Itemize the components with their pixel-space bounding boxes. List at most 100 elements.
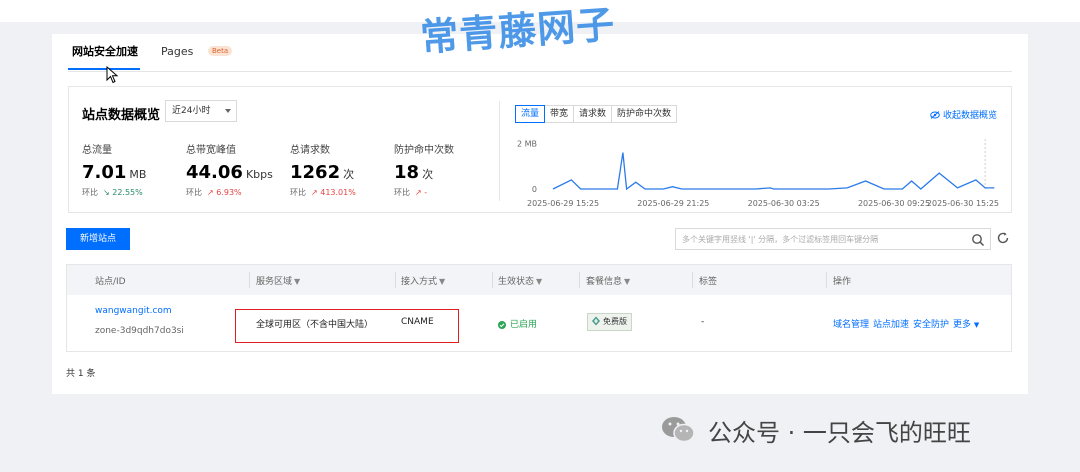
chevron-down-icon: ▼ — [973, 321, 980, 329]
y-tick-label: 0 — [532, 185, 537, 194]
more-label: 更多 — [953, 320, 972, 330]
data-overview-panel: 站点数据概览 近24小时 总流量 7.01 MB 环比 ↘ 22.55% 总带宽峰值… — [68, 86, 1012, 213]
package-icon — [592, 316, 600, 326]
x-tick-label: 2025-06-30 09:25 — [858, 199, 930, 208]
header-region-label: 服务区域 — [256, 277, 293, 287]
sites-table: 站点/ID 服务区域 ▼ 接入方式 ▼ 生效状态 ▼ 套餐信息 ▼ 标签 操作 wang… — [66, 264, 1012, 352]
header-access[interactable]: 接入方式 ▼ — [401, 274, 445, 287]
column-divider — [692, 272, 693, 288]
column-divider — [249, 272, 250, 288]
metric-protection-hits: 防护命中次数 18 次 环比 ↗ - — [394, 141, 494, 198]
x-tick-label: 2025-06-30 03:25 — [748, 199, 820, 208]
package-label: 免费版 — [603, 317, 627, 326]
compare-value: ↘ 22.55% — [103, 188, 143, 197]
eye-off-icon — [930, 111, 940, 119]
search-input[interactable]: 多个关键字用竖线 '|' 分隔，多个过滤标签用回车键分隔 — [675, 228, 991, 250]
tab-site-acceleration[interactable]: 网站安全加速 — [72, 42, 138, 70]
column-divider — [579, 272, 580, 288]
metric-label: 总带宽峰值 — [186, 145, 236, 156]
zone-id: zone-3d9qdh7do3si — [95, 326, 184, 336]
x-tick-label: 2025-06-30 15:25 — [927, 199, 999, 208]
column-divider — [826, 272, 827, 288]
highlight-annotation-box — [235, 309, 459, 343]
domain-management-link[interactable]: 域名管理 — [833, 317, 869, 330]
compare-value: ↗ 6.93% — [207, 188, 242, 197]
check-circle-icon — [498, 320, 506, 329]
metric-value: 44.06 — [186, 162, 243, 183]
metric-unit: 次 — [422, 168, 434, 181]
table-header: 站点/ID 服务区域 ▼ 接入方式 ▼ 生效状态 ▼ 套餐信息 ▼ 标签 操作 — [67, 265, 1011, 295]
metric-total-traffic: 总流量 7.01 MB 环比 ↘ 22.55% — [82, 141, 182, 198]
metric-unit: MB — [129, 168, 147, 181]
filter-icon[interactable]: ▼ — [624, 277, 630, 286]
wechat-icon — [662, 417, 695, 443]
metric-value: 7.01 — [82, 162, 127, 183]
segment-requests[interactable]: 请求数 — [573, 105, 613, 123]
active-tab-indicator — [68, 68, 140, 70]
header-region[interactable]: 服务区域 ▼ — [256, 274, 300, 287]
compare-label: 环比 — [290, 188, 306, 197]
period-select-value: 近24小时 — [172, 106, 211, 116]
segment-traffic[interactable]: 流量 — [515, 105, 546, 123]
x-tick-label: 2025-06-29 21:25 — [637, 199, 709, 208]
metric-total-requests: 总请求数 1262 次 环比 ↗ 413.01% — [290, 141, 390, 198]
overview-title: 站点数据概览 — [82, 108, 161, 123]
column-divider — [395, 272, 396, 288]
collapse-label: 收起数据概览 — [942, 111, 997, 121]
y-tick-label: 2 MB — [517, 140, 537, 149]
header-package-label: 套餐信息 — [586, 277, 623, 287]
filter-icon[interactable]: ▼ — [294, 277, 300, 286]
search-placeholder: 多个关键字用竖线 '|' 分隔，多个过滤标签用回车键分隔 — [682, 235, 879, 244]
metric-value: 1262 — [290, 162, 341, 183]
compare-value: ↗ - — [415, 188, 428, 197]
compare-value: ↗ 413.01% — [311, 188, 356, 197]
more-actions-dropdown[interactable]: 更多 ▼ — [953, 317, 979, 330]
metric-unit: 次 — [343, 168, 355, 181]
header-access-label: 接入方式 — [401, 277, 438, 287]
traffic-series-line — [552, 152, 995, 191]
security-protection-link[interactable]: 安全防护 — [913, 317, 949, 330]
header-package[interactable]: 套餐信息 ▼ — [586, 274, 630, 287]
status-label: 已启用 — [510, 320, 538, 330]
metric-label: 防护命中次数 — [394, 145, 454, 156]
x-tick-label: 2025-06-29 15:25 — [527, 199, 599, 208]
search-icon[interactable] — [971, 233, 985, 247]
site-domain-link[interactable]: wangwangit.com — [95, 306, 172, 316]
wechat-watermark: 公众号 · 一只会飞的旺旺 — [660, 412, 971, 448]
chart-metric-switch: 流量 带宽 请求数 防护命中次数 — [515, 105, 678, 123]
header-status-label: 生效状态 — [498, 277, 535, 287]
package-badge[interactable]: 免费版 — [587, 313, 632, 331]
mouse-cursor-icon — [106, 66, 119, 84]
header-actions: 操作 — [833, 277, 852, 287]
metric-value: 18 — [394, 162, 420, 183]
refresh-icon[interactable] — [996, 231, 1010, 245]
header-tags: 标签 — [699, 277, 718, 287]
chevron-down-icon — [225, 109, 231, 113]
tabs-divider — [68, 71, 1012, 72]
beta-badge: Beta — [208, 46, 233, 56]
total-count: 共 1 条 — [66, 369, 96, 379]
header-status[interactable]: 生效状态 ▼ — [498, 274, 542, 287]
period-select[interactable]: 近24小时 — [165, 100, 237, 122]
column-divider — [492, 272, 493, 288]
filter-icon[interactable]: ▼ — [439, 277, 445, 286]
metric-unit: Kbps — [245, 168, 273, 181]
compare-label: 环比 — [82, 188, 98, 197]
segment-bandwidth[interactable]: 带宽 — [544, 105, 575, 123]
compare-label: 环比 — [186, 188, 202, 197]
metric-label: 总流量 — [82, 145, 112, 156]
header-site-id: 站点/ID — [95, 277, 126, 287]
add-site-button[interactable]: 新增站点 — [66, 228, 130, 250]
segment-protection-hits[interactable]: 防护命中次数 — [611, 105, 678, 123]
site-acceleration-link[interactable]: 站点加速 — [873, 317, 909, 330]
main-card: 网站安全加速 Pages Beta 站点数据概览 近24小时 总流量 7.01 M… — [52, 34, 1028, 394]
collapse-overview-link[interactable]: 收起数据概览 — [930, 108, 997, 121]
tab-pages[interactable]: Pages — [161, 42, 193, 70]
metric-peak-bandwidth: 总带宽峰值 44.06 Kbps 环比 ↗ 6.93% — [186, 141, 286, 198]
filter-icon[interactable]: ▼ — [536, 277, 542, 286]
compare-label: 环比 — [394, 188, 410, 197]
metric-label: 总请求数 — [290, 145, 330, 156]
tags-value: - — [701, 317, 705, 327]
wechat-label: 公众号 · 一只会飞的旺旺 — [708, 418, 971, 447]
traffic-chart: 2 MB 0 2025-06-29 15:25 2025-06-29 21:25 202… — [517, 139, 999, 208]
